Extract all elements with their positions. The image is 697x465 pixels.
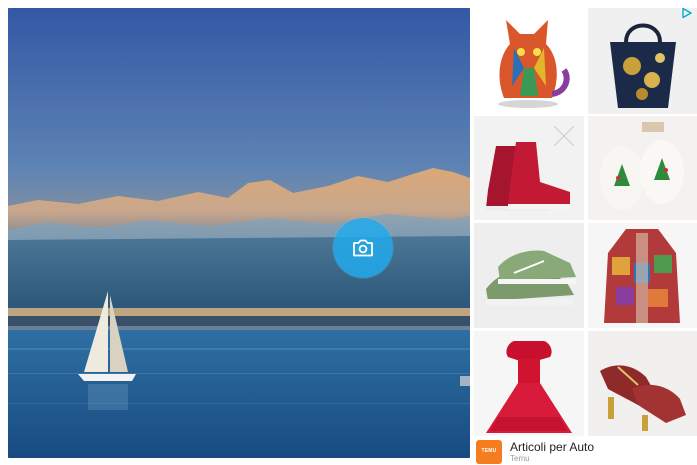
camera-icon — [353, 239, 373, 257]
landscape-illustration — [8, 8, 470, 458]
patchwork-coat-image — [604, 229, 680, 323]
dance-shoes-image — [600, 365, 686, 431]
ad-choices-icon — [682, 7, 692, 18]
ad-tile-glitter-dance-shoes[interactable] — [588, 331, 697, 436]
page-root: TEMU Articoli per Auto Temu — [0, 0, 697, 465]
temu-logo: TEMU — [476, 439, 502, 464]
ad-product-grid — [472, 6, 697, 436]
ad-tile-red-winter-boots[interactable] — [474, 116, 584, 220]
camera-button[interactable] — [333, 218, 393, 278]
ad-panel: TEMU Articoli per Auto Temu — [472, 6, 697, 465]
ad-footer-texts: Articoli per Auto Temu — [510, 440, 594, 463]
lake-mountain-photo[interactable] — [8, 8, 470, 458]
ad-tile-cat-figure[interactable] — [474, 8, 584, 114]
green-sneakers-image — [486, 250, 576, 305]
ad-tile-green-sneakers[interactable] — [474, 223, 584, 328]
red-dress-image — [486, 341, 572, 433]
ad-tile-floral-tote-bag[interactable] — [588, 8, 697, 114]
ad-title[interactable]: Articoli per Auto — [510, 440, 594, 454]
ad-tile-patchwork-coat[interactable] — [588, 223, 697, 328]
red-boots-image — [486, 125, 575, 211]
tote-bag-image — [610, 23, 676, 108]
ad-tile-christmas-slippers[interactable] — [588, 116, 697, 220]
ad-advertiser: Temu — [510, 454, 530, 463]
cat-figure-image — [498, 20, 570, 108]
christmas-slippers-image — [600, 122, 684, 210]
ad-footer[interactable]: TEMU Articoli per Auto Temu — [472, 438, 697, 465]
ad-choices-button[interactable] — [679, 6, 695, 19]
ad-tile-red-tulle-dress[interactable] — [474, 331, 584, 436]
temu-logo-text: TEMU — [481, 448, 497, 454]
